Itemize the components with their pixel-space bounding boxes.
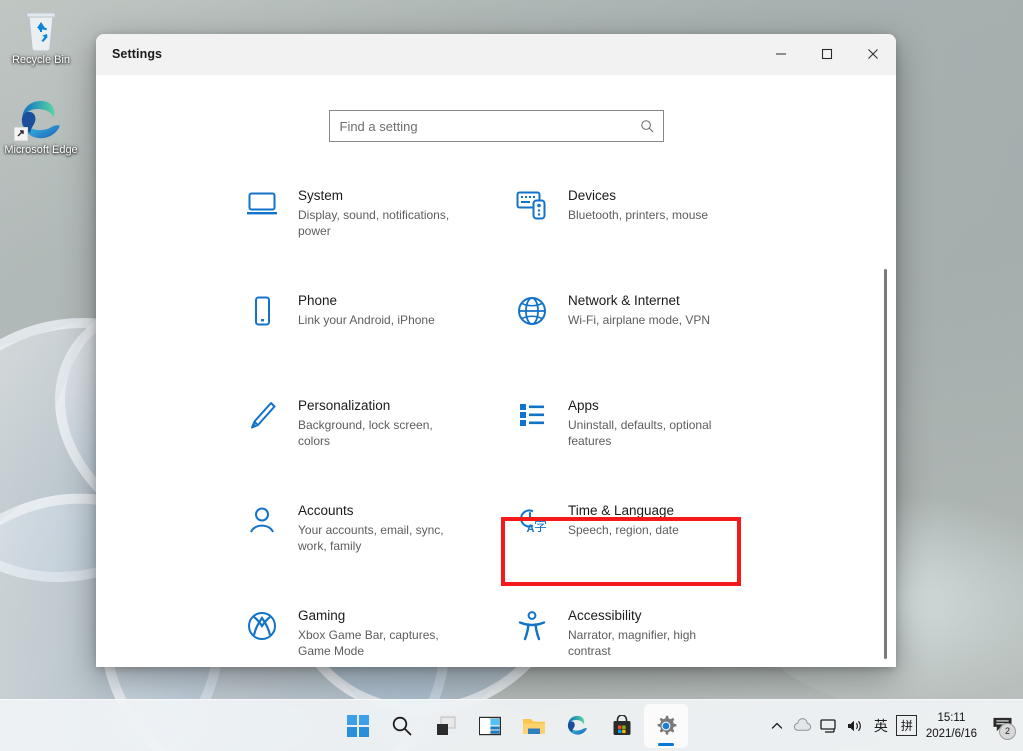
- window-title: Settings: [112, 47, 162, 61]
- settings-window[interactable]: Settings: [96, 34, 896, 667]
- settings-tile-phone[interactable]: Phone Link your Android, iPhone: [246, 287, 516, 392]
- settings-tile-time-language[interactable]: A 字 Time & Language Speech, region, date: [516, 497, 786, 602]
- settings-tile-accessibility[interactable]: Accessibility Narrator, magnifier, high …: [516, 602, 786, 667]
- notification-badge-count: 2: [999, 723, 1016, 740]
- desktop[interactable]: Recycle Bin Micros: [0, 0, 1023, 751]
- taskbar-item-widgets[interactable]: [468, 704, 512, 748]
- tile-title: Accessibility: [568, 607, 738, 624]
- tile-title: System: [298, 187, 468, 204]
- ime-pinyin-icon[interactable]: 拼: [894, 706, 920, 746]
- settings-tile-devices[interactable]: Devices Bluetooth, printers, mouse: [516, 182, 786, 287]
- phone-icon: [246, 289, 298, 327]
- taskbar-item-search[interactable]: [380, 704, 424, 748]
- window-titlebar[interactable]: Settings: [96, 34, 896, 75]
- settings-tile-accounts[interactable]: Accounts Your accounts, email, sync, wor…: [246, 497, 516, 602]
- tile-title: Gaming: [298, 607, 468, 624]
- search-box[interactable]: [329, 110, 664, 142]
- taskbar-item-file-explorer[interactable]: [512, 704, 556, 748]
- accessibility-icon: [516, 604, 568, 642]
- scrollbar[interactable]: [880, 225, 892, 655]
- tile-text: Personalization Background, lock screen,…: [298, 394, 468, 449]
- time-language-icon: A 字: [516, 499, 568, 535]
- ime-english-icon[interactable]: 英: [868, 706, 894, 746]
- devices-icon: [516, 184, 568, 220]
- settings-tile-grid: System Display, sound, notifications, po…: [96, 182, 896, 667]
- tile-subtitle: Your accounts, email, sync, work, family: [298, 522, 468, 554]
- network-icon[interactable]: [816, 706, 842, 746]
- tile-title: Devices: [568, 187, 708, 204]
- close-button[interactable]: [850, 34, 896, 74]
- ime-pinyin-label: 拼: [896, 715, 917, 736]
- taskbar-item-settings[interactable]: [644, 704, 688, 748]
- recycle-bin-icon: [2, 6, 80, 54]
- paintbrush-icon: [246, 394, 298, 432]
- list-icon: [516, 394, 568, 430]
- taskbar[interactable]: 英 拼 15:11 2021/6/16 2: [0, 699, 1023, 751]
- settings-tile-network-internet[interactable]: Network & Internet Wi-Fi, airplane mode,…: [516, 287, 786, 392]
- tile-subtitle: Narrator, magnifier, high contrast: [568, 627, 738, 659]
- taskbar-item-store[interactable]: [600, 704, 644, 748]
- tile-text: Accounts Your accounts, email, sync, wor…: [298, 499, 468, 554]
- tile-title: Network & Internet: [568, 292, 710, 309]
- tile-text: Apps Uninstall, defaults, optional featu…: [568, 394, 738, 449]
- maximize-button[interactable]: [804, 34, 850, 74]
- desktop-icon-recycle-bin[interactable]: Recycle Bin: [2, 6, 80, 67]
- monitor-icon: [246, 184, 298, 218]
- search-input[interactable]: [330, 111, 633, 141]
- svg-text:字: 字: [534, 520, 547, 535]
- desktop-icon-microsoft-edge[interactable]: Microsoft Edge: [2, 96, 80, 157]
- tile-subtitle: Uninstall, defaults, optional features: [568, 417, 738, 449]
- tile-subtitle: Xbox Game Bar, captures, Game Mode: [298, 627, 468, 659]
- tile-title: Apps: [568, 397, 738, 414]
- taskbar-item-edge[interactable]: [556, 704, 600, 748]
- desktop-icon-label: Recycle Bin: [2, 54, 80, 67]
- tile-subtitle: Display, sound, notifications, power: [298, 207, 468, 239]
- tile-text: Network & Internet Wi-Fi, airplane mode,…: [568, 289, 710, 328]
- tile-text: Devices Bluetooth, printers, mouse: [568, 184, 708, 223]
- speaker-icon[interactable]: [842, 706, 868, 746]
- tile-subtitle: Background, lock screen, colors: [298, 417, 468, 449]
- settings-tile-system[interactable]: System Display, sound, notifications, po…: [246, 182, 516, 287]
- settings-tile-gaming[interactable]: Gaming Xbox Game Bar, captures, Game Mod…: [246, 602, 516, 667]
- minimize-button[interactable]: [758, 34, 804, 74]
- settings-tile-personalization[interactable]: Personalization Background, lock screen,…: [246, 392, 516, 497]
- search-row: [96, 75, 896, 142]
- taskbar-item-start[interactable]: [336, 704, 380, 748]
- xbox-icon: [246, 604, 298, 642]
- tile-text: Gaming Xbox Game Bar, captures, Game Mod…: [298, 604, 468, 659]
- tile-subtitle: Bluetooth, printers, mouse: [568, 207, 708, 223]
- tile-text: Phone Link your Android, iPhone: [298, 289, 435, 328]
- globe-icon: [516, 289, 568, 327]
- tile-subtitle: Link your Android, iPhone: [298, 312, 435, 328]
- taskbar-clock[interactable]: 15:11 2021/6/16: [920, 710, 987, 742]
- tray-chevron-up-icon[interactable]: [764, 706, 790, 746]
- tile-title: Personalization: [298, 397, 468, 414]
- settings-body: System Display, sound, notifications, po…: [96, 75, 896, 667]
- tile-subtitle: Wi-Fi, airplane mode, VPN: [568, 312, 710, 328]
- system-tray: 英 拼 15:11 2021/6/16 2: [764, 700, 1023, 751]
- tile-text: Time & Language Speech, region, date: [568, 499, 679, 538]
- taskbar-active-indicator: [658, 743, 674, 746]
- tile-subtitle: Speech, region, date: [568, 522, 679, 538]
- edge-icon: [2, 96, 80, 144]
- search-icon[interactable]: [633, 119, 663, 134]
- taskbar-center-group: [336, 704, 688, 748]
- tile-title: Phone: [298, 292, 435, 309]
- window-controls: [758, 34, 896, 74]
- taskbar-item-task-view[interactable]: [424, 704, 468, 748]
- person-icon: [246, 499, 298, 537]
- clock-date: 2021/6/16: [926, 726, 977, 742]
- tile-title: Time & Language: [568, 502, 679, 519]
- settings-tile-apps[interactable]: Apps Uninstall, defaults, optional featu…: [516, 392, 786, 497]
- scrollbar-thumb[interactable]: [884, 269, 887, 659]
- notification-center-button[interactable]: 2: [987, 706, 1017, 746]
- tile-title: Accounts: [298, 502, 468, 519]
- desktop-icon-label: Microsoft Edge: [2, 144, 80, 157]
- cloud-icon[interactable]: [790, 706, 816, 746]
- tile-text: Accessibility Narrator, magnifier, high …: [568, 604, 738, 659]
- clock-time: 15:11: [926, 710, 977, 726]
- tile-text: System Display, sound, notifications, po…: [298, 184, 468, 239]
